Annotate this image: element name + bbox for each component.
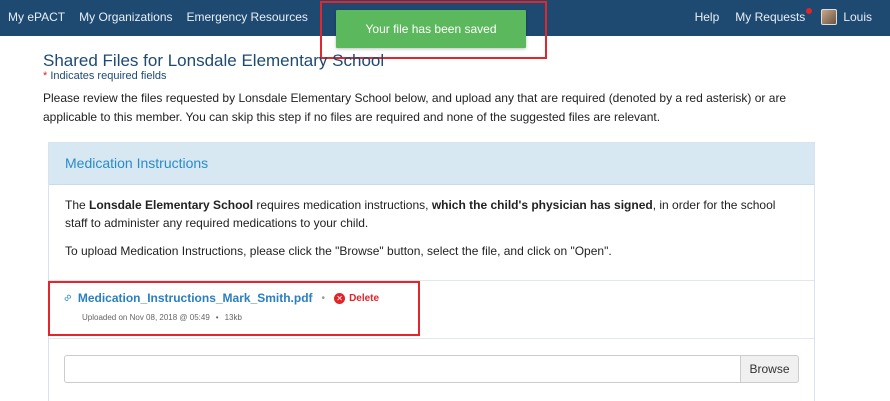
uploaded-file-row: ∞ Medication_Instructions_Mark_Smith.pdf… — [61, 291, 380, 305]
nav-right-links: Help My Requests Louis — [695, 8, 872, 25]
desc-mid: requires medication instructions, — [253, 198, 432, 212]
divider — [49, 338, 814, 339]
browse-button[interactable]: Browse — [740, 355, 799, 383]
nav-my-requests-label: My Requests — [735, 10, 806, 24]
toast-notification: Your file has been saved — [336, 10, 526, 48]
desc-prefix: The — [65, 198, 90, 212]
upload-instructions: To upload Medication Instructions, pleas… — [65, 244, 612, 258]
separator-dot: • — [215, 313, 219, 322]
file-meta: Uploaded on Nov 08, 2018 @ 05:49 • 13kb — [82, 313, 242, 322]
file-size: 13kb — [224, 313, 242, 322]
nav-left-links: My ePACT My Organizations Emergency Reso… — [8, 10, 308, 24]
nav-my-requests[interactable]: My Requests — [735, 8, 813, 24]
file-path-input[interactable] — [64, 355, 740, 383]
separator-dot: • — [321, 292, 326, 304]
user-name: Louis — [843, 10, 872, 24]
avatar — [821, 9, 838, 25]
file-upload-group: Browse — [64, 355, 799, 383]
notification-dot-icon — [806, 8, 813, 14]
desc-org: Lonsdale Elementary School — [89, 198, 254, 212]
toast-message: Your file has been saved — [365, 22, 497, 36]
page-title: Shared Files for Lonsdale Elementary Sch… — [43, 51, 385, 70]
nav-emergency-resources[interactable]: Emergency Resources — [187, 10, 308, 24]
delete-x-icon: ✕ — [334, 292, 346, 304]
delete-label: Delete — [349, 292, 380, 304]
desc-bold: which the child's physician has signed — [431, 198, 653, 212]
nav-my-organizations[interactable]: My Organizations — [79, 10, 172, 24]
nav-help[interactable]: Help — [695, 10, 720, 24]
panel-body: The Lonsdale Elementary School requires … — [49, 185, 814, 260]
required-star: * — [43, 70, 48, 82]
intro-text: Please review the files requested by Lon… — [43, 91, 787, 124]
file-link[interactable]: Medication_Instructions_Mark_Smith.pdf — [78, 291, 313, 305]
user-menu[interactable]: Louis — [821, 9, 872, 25]
required-note-text: Indicates required fields — [50, 70, 167, 82]
file-uploaded-date: Uploaded on Nov 08, 2018 @ 05:49 — [82, 313, 210, 322]
required-note: * Indicates required fields — [43, 70, 167, 82]
panel-title: Medication Instructions — [49, 143, 814, 185]
panel-description: The Lonsdale Elementary School requires … — [65, 196, 798, 232]
file-highlight-box — [48, 281, 420, 336]
nav-my-epact[interactable]: My ePACT — [8, 10, 65, 24]
delete-button[interactable]: ✕ Delete — [334, 292, 380, 304]
